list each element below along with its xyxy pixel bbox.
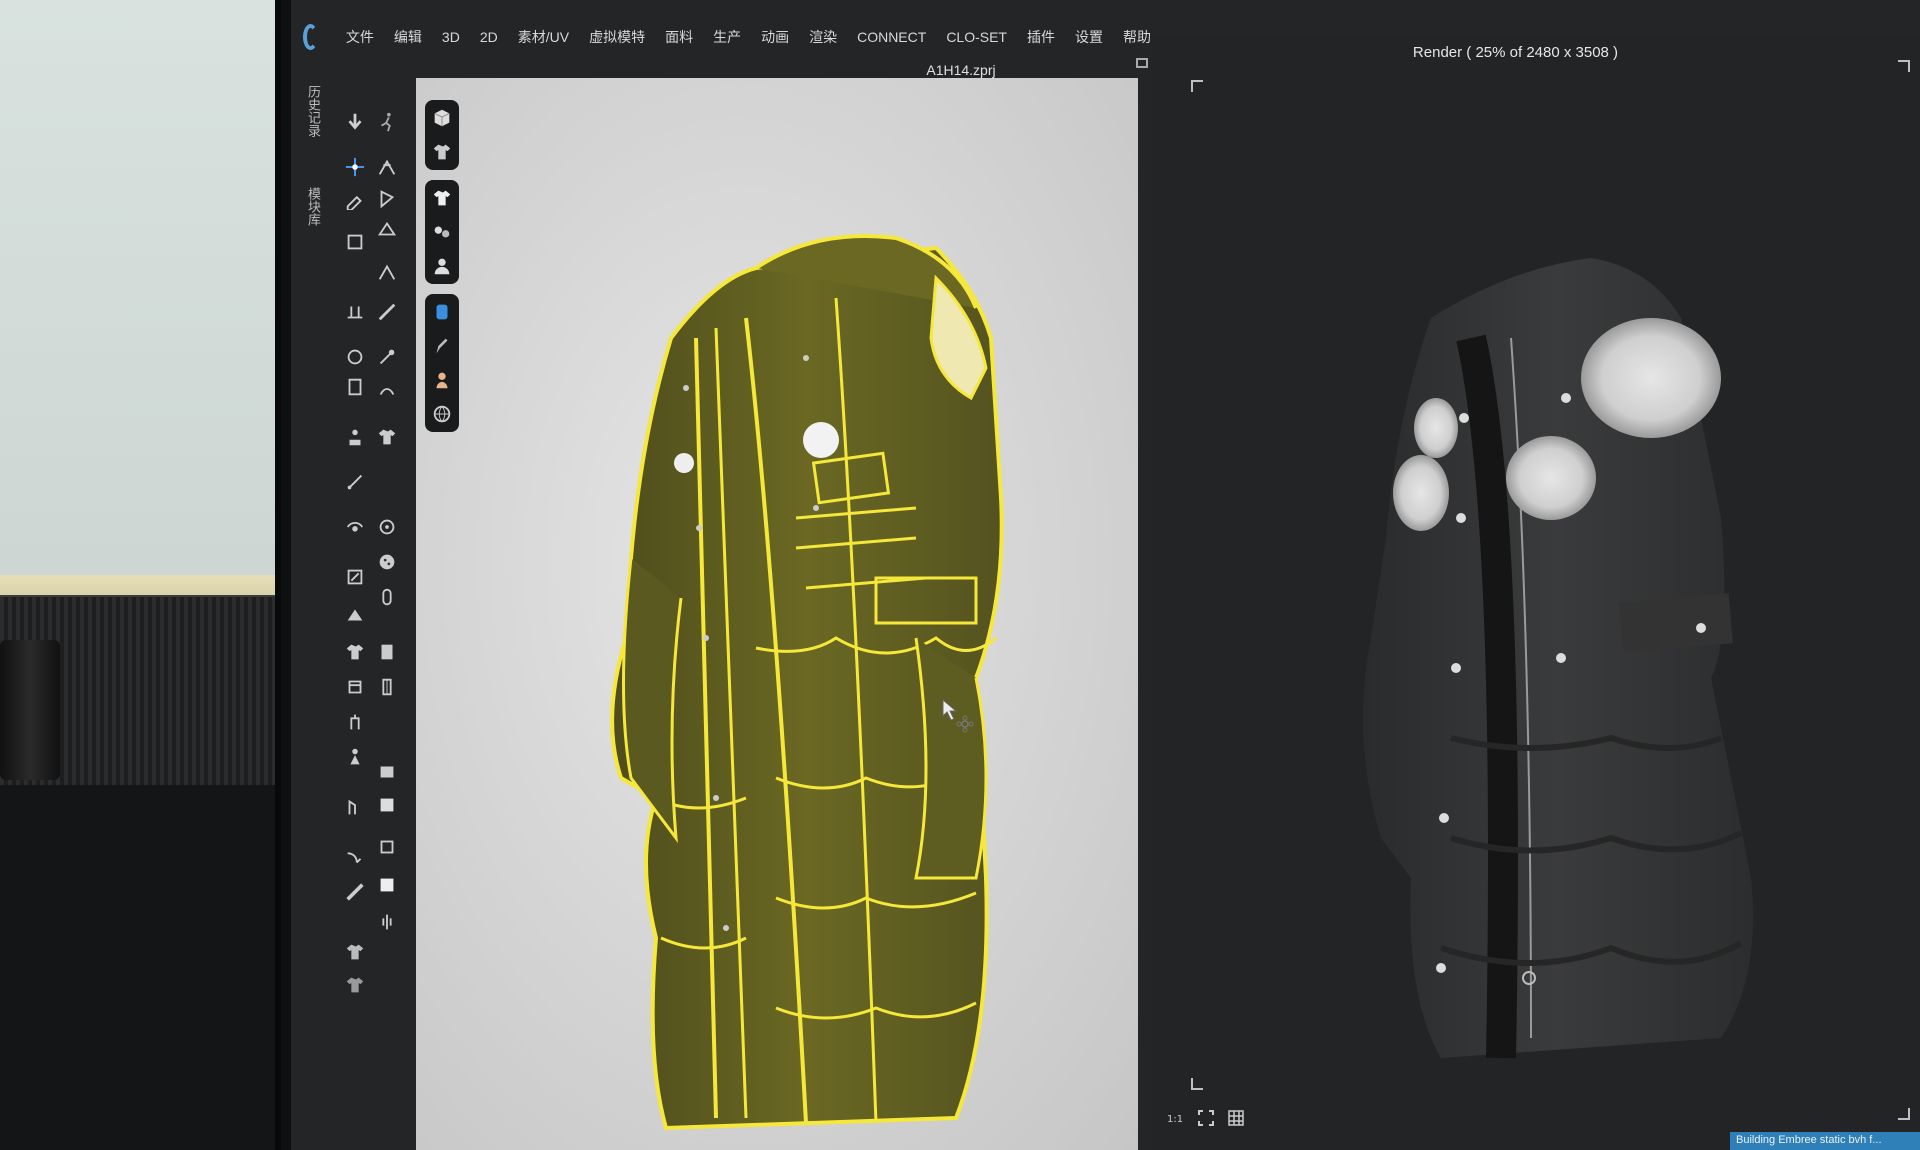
fold-icon[interactable]	[375, 217, 399, 241]
menu-material-uv[interactable]: 素材/UV	[508, 27, 579, 47]
app-window: 文件 编辑 3D 2D 素材/UV 虚拟模特 面料 生产 动画 渲染 CONNE…	[291, 0, 1920, 1150]
avatar-pose-icon[interactable]	[343, 745, 367, 769]
buttonhole-tool-icon[interactable]	[375, 585, 399, 609]
tshirt-icon[interactable]	[430, 186, 454, 210]
render-corner-top-left	[1191, 80, 1203, 92]
actual-size-icon[interactable]: 1:1	[1166, 1108, 1186, 1128]
display-palette	[425, 100, 459, 432]
panel-white-icon[interactable]	[375, 873, 399, 897]
pocket-icon[interactable]	[343, 675, 367, 699]
menu-2d[interactable]: 2D	[470, 29, 508, 45]
tack-icon[interactable]	[343, 230, 367, 254]
render-corner-top-right	[1898, 60, 1910, 72]
tool-palette	[333, 105, 413, 1005]
fit-to-window-icon[interactable]	[1196, 1108, 1216, 1128]
ruler-icon[interactable]	[343, 880, 367, 904]
garment-front-icon[interactable]	[343, 640, 367, 664]
menu-render[interactable]: 渲染	[799, 27, 847, 47]
menu-avatar[interactable]: 虚拟模特	[579, 27, 655, 47]
render-corner-bottom-left	[1191, 1078, 1203, 1090]
menu-connect[interactable]: CONNECT	[847, 29, 936, 45]
arrange-icon[interactable]	[375, 155, 399, 179]
app-logo-icon	[303, 24, 318, 50]
zipper-tool-icon[interactable]	[375, 675, 399, 699]
menu-animation[interactable]: 动画	[751, 27, 799, 47]
menu-production[interactable]: 生产	[703, 27, 751, 47]
fabric-icon[interactable]	[430, 220, 454, 244]
tab-library[interactable]: 模块库	[303, 187, 323, 226]
menu-settings[interactable]: 设置	[1065, 27, 1113, 47]
target-icon[interactable]	[375, 515, 399, 539]
walk-icon[interactable]	[375, 110, 399, 134]
render-title: Render ( 25% of 2480 x 3508 )	[1412, 44, 1619, 61]
background-speaker-base	[0, 785, 280, 1150]
render-image	[1363, 258, 1753, 1059]
window-restore-icon[interactable]	[1136, 58, 1148, 68]
measure-tape-icon[interactable]	[343, 795, 367, 819]
texture-edit-icon[interactable]	[343, 565, 367, 589]
3d-viewport[interactable]	[416, 78, 1138, 1150]
globe-icon[interactable]	[430, 402, 454, 426]
skin-icon[interactable]	[430, 368, 454, 392]
cube-view-icon[interactable]	[430, 106, 454, 130]
pencil-icon[interactable]	[430, 334, 454, 358]
status-bar: Building Embree static bvh f...	[1730, 1132, 1920, 1150]
palette-group-render	[425, 294, 459, 432]
svg-text:1:1: 1:1	[1167, 1114, 1183, 1125]
curve-icon[interactable]	[343, 845, 367, 869]
render-panel: Render ( 25% of 2480 x 3508 ) 1:1 Buildi…	[1151, 38, 1920, 1150]
fold-arrange-icon[interactable]	[343, 515, 367, 539]
tape-icon[interactable]	[343, 470, 367, 494]
top-garment-icon[interactable]	[343, 940, 367, 964]
menu-plugins[interactable]: 插件	[1017, 27, 1065, 47]
measure-icon[interactable]	[375, 300, 399, 324]
frame-icon[interactable]	[375, 835, 399, 859]
puckering-icon[interactable]	[375, 377, 399, 401]
shirt-icon[interactable]	[375, 425, 399, 449]
button-icon[interactable]	[343, 345, 367, 369]
move-cursor-icon	[942, 698, 974, 733]
menu-edit[interactable]: 编辑	[384, 27, 432, 47]
side-tabs: 历史记录 模块库	[303, 85, 323, 226]
grid-icon[interactable]	[1226, 1108, 1246, 1128]
buttonhole-icon[interactable]	[375, 345, 399, 369]
garment-view-icon[interactable]	[430, 140, 454, 164]
panel-icon[interactable]	[375, 760, 399, 784]
bottom-garment-icon[interactable]	[343, 973, 367, 997]
render-corner-bottom-right	[1898, 1108, 1910, 1120]
render-toolbar: 1:1	[1166, 1108, 1246, 1128]
coat-3d-model[interactable]	[416, 78, 1138, 1150]
edit-pattern-icon[interactable]	[343, 187, 367, 211]
menu-clo-set[interactable]: CLO-SET	[936, 29, 1017, 45]
palette-group-show	[425, 180, 459, 284]
garment-back-icon[interactable]	[375, 640, 399, 664]
tab-history[interactable]: 历史记录	[303, 85, 323, 137]
avatar-show-icon[interactable]	[430, 254, 454, 278]
drag-handle-icon[interactable]	[375, 910, 399, 934]
button-tool-icon[interactable]	[375, 550, 399, 574]
zipper-icon[interactable]	[343, 375, 367, 399]
panel-dark-icon[interactable]	[375, 793, 399, 817]
gizmo-move-icon[interactable]	[343, 155, 367, 179]
sewing-icon[interactable]	[343, 300, 367, 324]
menu-3d[interactable]: 3D	[432, 29, 470, 45]
garment-fit-icon[interactable]	[375, 260, 399, 284]
monitor: 文件 编辑 3D 2D 素材/UV 虚拟模特 面料 生产 动画 渲染 CONNE…	[275, 0, 1920, 1150]
move-down-icon[interactable]	[343, 110, 367, 134]
palette-group-view	[425, 100, 459, 170]
menu-file[interactable]: 文件	[336, 27, 384, 47]
trim-icon[interactable]	[343, 710, 367, 734]
avatar-icon[interactable]	[343, 425, 367, 449]
texture-icon[interactable]	[430, 300, 454, 324]
menu-bar: 文件 编辑 3D 2D 素材/UV 虚拟模特 面料 生产 动画 渲染 CONNE…	[291, 20, 1161, 54]
menu-fabric[interactable]: 面料	[655, 27, 703, 47]
pin-icon[interactable]	[375, 187, 399, 211]
graphic-icon[interactable]	[343, 603, 367, 627]
background-usb-cable	[0, 640, 60, 780]
